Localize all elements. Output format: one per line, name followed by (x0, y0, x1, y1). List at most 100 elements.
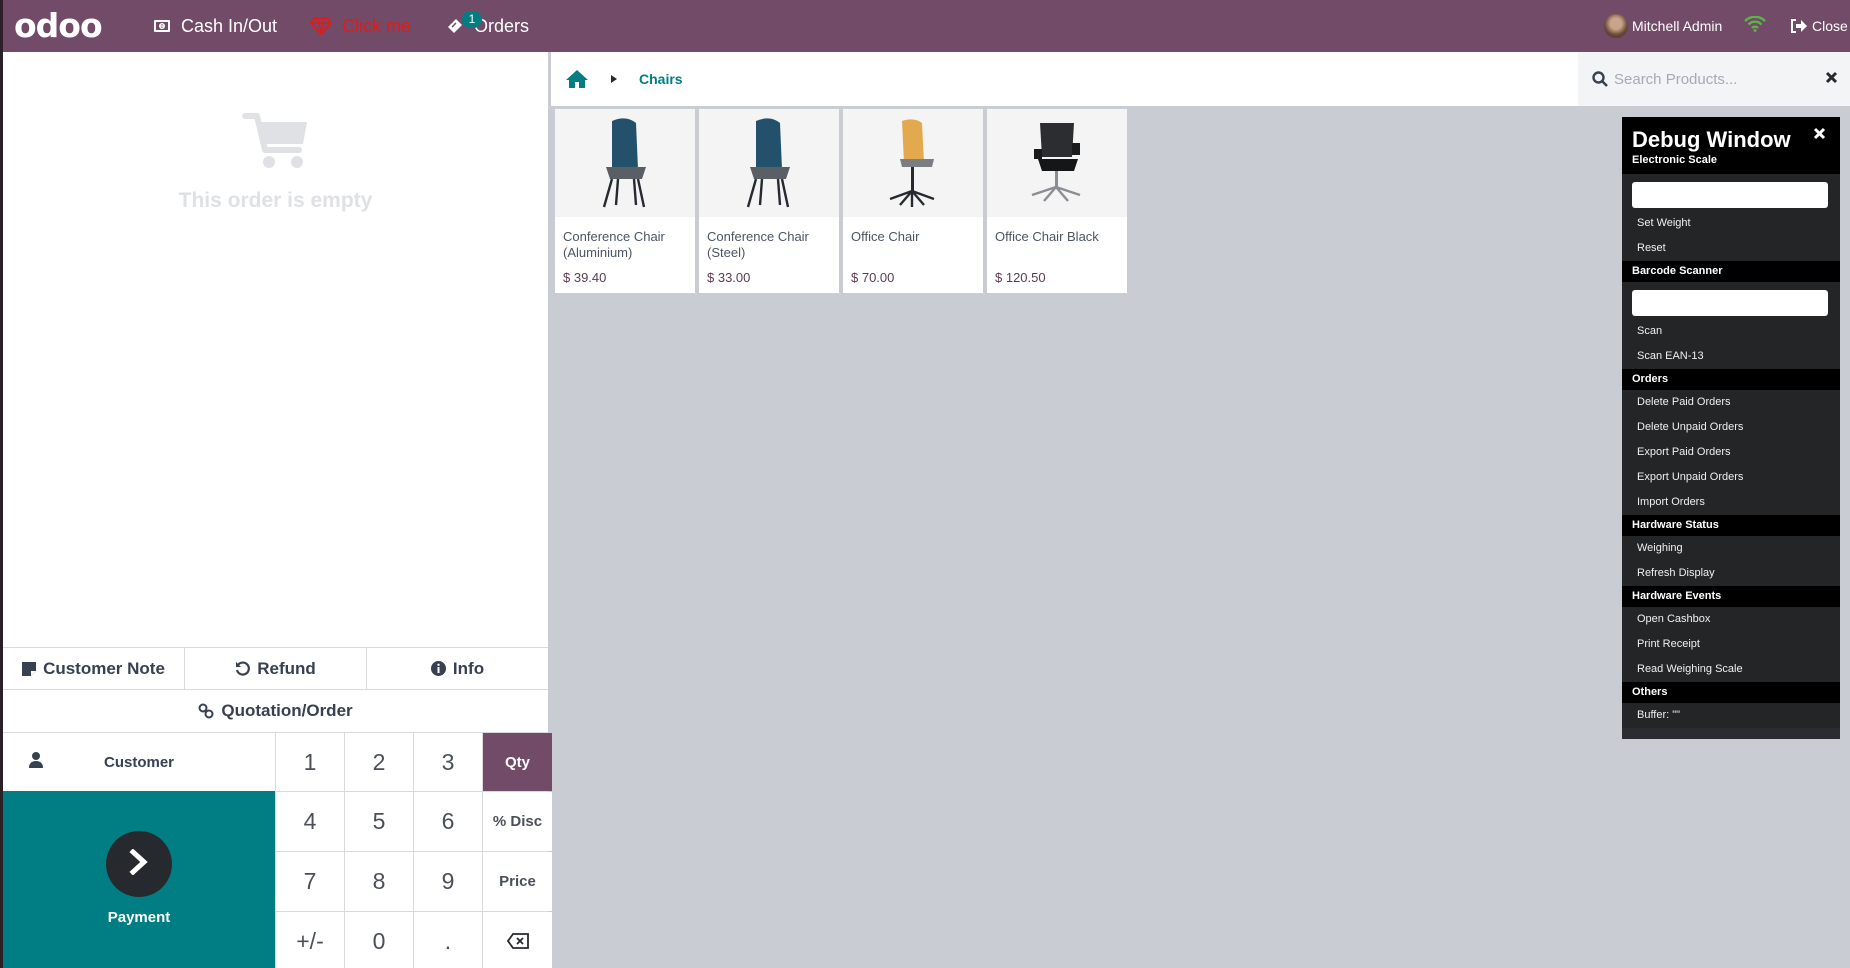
product-card[interactable]: Conference Chair (Aluminium) $ 39.40 (555, 109, 695, 293)
info-label: Info (452, 658, 485, 678)
scan-button[interactable]: Scan (1622, 319, 1840, 344)
numpad-backspace-button[interactable] (483, 912, 552, 968)
product-price: $ 70.00 (851, 270, 895, 285)
weighing-status[interactable]: Weighing (1622, 536, 1840, 561)
empty-order: This order is empty (3, 112, 548, 213)
info-circle-icon (430, 661, 446, 676)
scan-ean13-button[interactable]: Scan EAN-13 (1622, 344, 1840, 369)
delete-paid-orders-button[interactable]: Delete Paid Orders (1622, 390, 1840, 415)
numpad-key-4[interactable]: 4 (276, 792, 344, 851)
click-me-button[interactable]: Click me (310, 0, 411, 52)
section-orders: Orders (1622, 369, 1840, 390)
debug-window-title: Debug Window (1632, 127, 1791, 152)
user-avatar (1604, 14, 1628, 38)
product-image (987, 109, 1127, 217)
backspace-icon (506, 928, 529, 955)
customer-button[interactable]: Customer (3, 733, 275, 791)
numpad-key-8[interactable]: 8 (345, 852, 413, 911)
refund-label: Refund (257, 658, 316, 678)
cash-in-out-button[interactable]: 0 Cash In/Out (153, 0, 277, 52)
breadcrumb-chairs[interactable]: Chairs (639, 71, 683, 87)
money-icon: 0 (153, 19, 171, 33)
product-image (843, 109, 983, 217)
info-button[interactable]: Info (367, 648, 548, 689)
mode-discount-button[interactable]: % Disc (483, 792, 552, 851)
product-price: $ 120.50 (995, 270, 1046, 285)
reset-weight-button[interactable]: Reset (1622, 236, 1840, 261)
numpad-key-2[interactable]: 2 (345, 733, 413, 791)
numpad-key-9[interactable]: 9 (414, 852, 482, 911)
read-weighing-scale-button[interactable]: Read Weighing Scale (1622, 657, 1840, 682)
export-unpaid-orders-button[interactable]: Export Unpaid Orders (1622, 465, 1840, 490)
sign-out-icon (1790, 18, 1808, 34)
payment-button[interactable]: Payment (3, 791, 275, 968)
mode-price-button[interactable]: Price (483, 852, 552, 911)
import-orders-button[interactable]: Import Orders (1622, 490, 1840, 515)
note-icon (22, 661, 37, 676)
close-session-button[interactable]: Close (1790, 0, 1848, 52)
product-card[interactable]: Office Chair $ 70.00 (843, 109, 983, 293)
customer-note-label: Customer Note (43, 658, 165, 678)
product-image (699, 109, 839, 217)
refresh-display-button[interactable]: Refresh Display (1622, 561, 1840, 586)
svg-text:0: 0 (161, 24, 164, 30)
chevron-right-icon (128, 847, 150, 880)
payment-label: Payment (107, 909, 171, 926)
refund-button[interactable]: Refund (185, 648, 367, 689)
numpad-key-plus-minus[interactable]: +/- (276, 912, 344, 968)
product-price: $ 33.00 (707, 270, 751, 285)
open-cashbox-button[interactable]: Open Cashbox (1622, 607, 1840, 632)
section-barcode-scanner: Barcode Scanner (1622, 261, 1840, 282)
quotation-order-label: Quotation/Order (221, 701, 353, 720)
section-hardware-status: Hardware Status (1622, 515, 1840, 536)
product-card[interactable]: Office Chair Black $ 120.50 (987, 109, 1127, 293)
quotation-order-button[interactable]: Quotation/Order (3, 690, 548, 733)
section-electronic-scale: Electronic Scale (1632, 154, 1717, 166)
delete-unpaid-orders-button[interactable]: Delete Unpaid Orders (1622, 415, 1840, 440)
user-menu[interactable]: Mitchell Admin (1604, 0, 1722, 52)
click-me-label: Click me (342, 15, 412, 36)
product-card[interactable]: Conference Chair (Steel) $ 33.00 (699, 109, 839, 293)
barcode-input[interactable] (1632, 290, 1828, 316)
numpad-key-7[interactable]: 7 (276, 852, 344, 911)
debug-footer (1622, 728, 1840, 739)
numpad-key-6[interactable]: 6 (414, 792, 482, 851)
export-paid-orders-button[interactable]: Export Paid Orders (1622, 440, 1840, 465)
undo-icon (235, 661, 251, 676)
numpad-key-3[interactable]: 3 (414, 733, 482, 791)
product-name: Conference Chair (Aluminium) (563, 229, 665, 260)
link-icon (198, 703, 214, 719)
orders-button[interactable]: Orders (446, 0, 529, 52)
orders-label: Orders (474, 15, 530, 36)
set-weight-button[interactable]: Set Weight (1622, 211, 1840, 236)
close-icon[interactable] (1813, 127, 1826, 140)
product-price: $ 39.40 (563, 270, 607, 285)
debug-window-header: Debug Window Electronic Scale (1622, 117, 1840, 174)
top-navbar: odoo 0 Cash In/Out Click me Orders 1 Mit… (3, 0, 1850, 52)
product-name: Office Chair (851, 229, 920, 244)
black-mesh-chair-icon (1031, 123, 1081, 202)
scale-weight-input[interactable] (1632, 182, 1828, 208)
product-image (555, 109, 695, 217)
customer-label: Customer (103, 753, 174, 771)
section-others: Others (1622, 682, 1840, 703)
orange-swivel-chair-icon (889, 119, 935, 207)
product-name: Conference Chair (Steel) (707, 229, 809, 260)
debug-window: Debug Window Electronic Scale Set Weight… (1622, 117, 1840, 739)
connection-status[interactable] (1744, 0, 1766, 52)
home-icon[interactable] (565, 69, 589, 89)
order-actions: Customer Note Refund Info (3, 647, 548, 690)
mode-qty-button[interactable]: Qty (483, 733, 552, 791)
payment-circle (106, 831, 172, 897)
numpad-key-5[interactable]: 5 (345, 792, 413, 851)
numpad-key-1[interactable]: 1 (276, 733, 344, 791)
numpad-key-decimal[interactable]: . (414, 912, 482, 968)
print-receipt-button[interactable]: Print Receipt (1622, 632, 1840, 657)
search-icon (1592, 71, 1608, 87)
numpad-key-0[interactable]: 0 (345, 912, 413, 968)
customer-note-button[interactable]: Customer Note (3, 648, 185, 689)
search-products-input[interactable] (1614, 70, 1814, 88)
user-name: Mitchell Admin (1632, 18, 1723, 34)
category-breadcrumb: Chairs (551, 52, 1578, 106)
clear-search-icon[interactable] (1825, 71, 1838, 84)
